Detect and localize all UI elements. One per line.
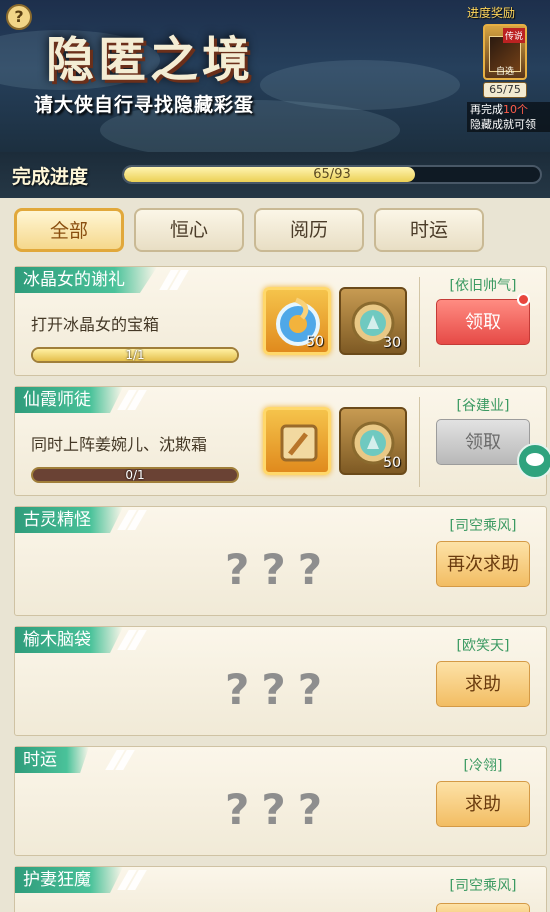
card-description: 打开冰晶女的宝箱 [31, 315, 160, 334]
progress-reward-panel[interactable]: 进度奖励 传说 自选 65/75 再完成10个 隐藏成就可领 [461, 0, 550, 140]
hidden-placeholder: ??? [225, 665, 335, 714]
tab-all[interactable]: 全部 [14, 208, 124, 252]
legend-tag: 传说 [502, 28, 525, 43]
item-count: 30 [383, 335, 401, 351]
completion-progress: 完成进度 65/93 [0, 152, 550, 198]
hero-name: [谷建业] [456, 398, 510, 414]
hidden-placeholder: ??? [225, 785, 335, 834]
medal-item-icon[interactable]: 30 [339, 287, 407, 355]
reward-title: 进度奖励 [467, 6, 516, 20]
hero-name: [欧笑天] [456, 638, 510, 654]
achievement-card-hidden: 护妻狂魔 [司空乘风] [14, 866, 547, 912]
help-icon[interactable]: ? [6, 4, 32, 30]
page-subtitle: 请大侠自行寻找隐藏彩蛋 [34, 94, 255, 116]
claim-button-disabled[interactable]: 领取 [436, 419, 530, 465]
task-progress-text: 1/1 [125, 348, 145, 362]
achievement-card-hidden: 古灵精怪 ??? [司空乘风] 再次求助 [14, 506, 547, 616]
ask-again-button[interactable]: 再次求助 [436, 541, 530, 587]
page-title: 隐匿之境 [46, 32, 255, 88]
progress-text: 65/93 [313, 167, 351, 182]
ask-help-button[interactable]: 求助 [436, 781, 530, 827]
reward-item-icon[interactable]: 传说 自选 [483, 24, 527, 80]
divider [419, 397, 420, 487]
progress-bar: 65/93 [122, 165, 542, 184]
tab-perseverance[interactable]: 恒心 [134, 208, 244, 252]
reward-item-name: 自选 [495, 67, 514, 77]
ask-help-button[interactable]: 求助 [436, 661, 530, 707]
hero-name: [冷翎] [463, 758, 503, 774]
card-title: 仙霞师徒 [15, 387, 123, 413]
hero-name: [司空乘风] [449, 878, 517, 894]
reward-note: 再完成10个 隐藏成就可领 [467, 102, 550, 132]
achievement-card-hidden: 榆木脑袋 ??? [欧笑天] 求助 [14, 626, 547, 736]
task-progress-text: 0/1 [125, 468, 145, 482]
hero-name: [司空乘风] [449, 518, 517, 534]
card-title: 榆木脑袋 [15, 627, 123, 653]
jade-ring-item-icon[interactable]: 50 [263, 287, 331, 355]
card-title: 时运 [15, 747, 89, 773]
tab-fortune[interactable]: 时运 [374, 208, 484, 252]
item-count: 50 [306, 334, 324, 350]
achievement-card-hidden: 时运 ??? [冷翎] 求助 [14, 746, 547, 856]
card-description: 同时上阵姜婉儿、沈欺霜 [31, 435, 208, 454]
ask-help-button[interactable] [436, 903, 530, 912]
chat-icon[interactable] [517, 443, 550, 479]
divider [419, 277, 420, 367]
card-title: 冰晶女的谢礼 [15, 267, 157, 293]
task-progress-bar: 0/1 [31, 467, 239, 483]
medal-item-icon[interactable]: 50 [339, 407, 407, 475]
progress-label: 完成进度 [12, 166, 89, 188]
scroll-item-icon[interactable] [263, 407, 331, 475]
hero-name: [依旧帅气] [449, 278, 517, 294]
claim-button[interactable]: 领取 [436, 299, 530, 345]
task-progress-bar: 1/1 [31, 347, 239, 363]
tab-bar: 全部 恒心 阅历 时运 [0, 208, 550, 254]
achievement-card: 冰晶女的谢礼 打开冰晶女的宝箱 1/1 50 30 [依旧帅气] 领取 [14, 266, 547, 376]
header-banner: ? 隐匿之境 请大侠自行寻找隐藏彩蛋 进度奖励 传说 自选 65/75 再完成1… [0, 0, 550, 152]
notification-dot [517, 293, 530, 306]
card-title: 古灵精怪 [15, 507, 123, 533]
achievement-content: 全部 恒心 阅历 时运 冰晶女的谢礼 打开冰晶女的宝箱 1/1 50 30 [依… [0, 198, 550, 912]
tab-experience[interactable]: 阅历 [254, 208, 364, 252]
item-count: 50 [383, 455, 401, 471]
reward-count: 65/75 [483, 82, 527, 98]
hidden-placeholder: ??? [225, 545, 335, 594]
card-title: 护妻狂魔 [15, 867, 123, 893]
achievement-card: 仙霞师徒 同时上阵姜婉儿、沈欺霜 0/1 50 [谷建业] 领取 [14, 386, 547, 496]
